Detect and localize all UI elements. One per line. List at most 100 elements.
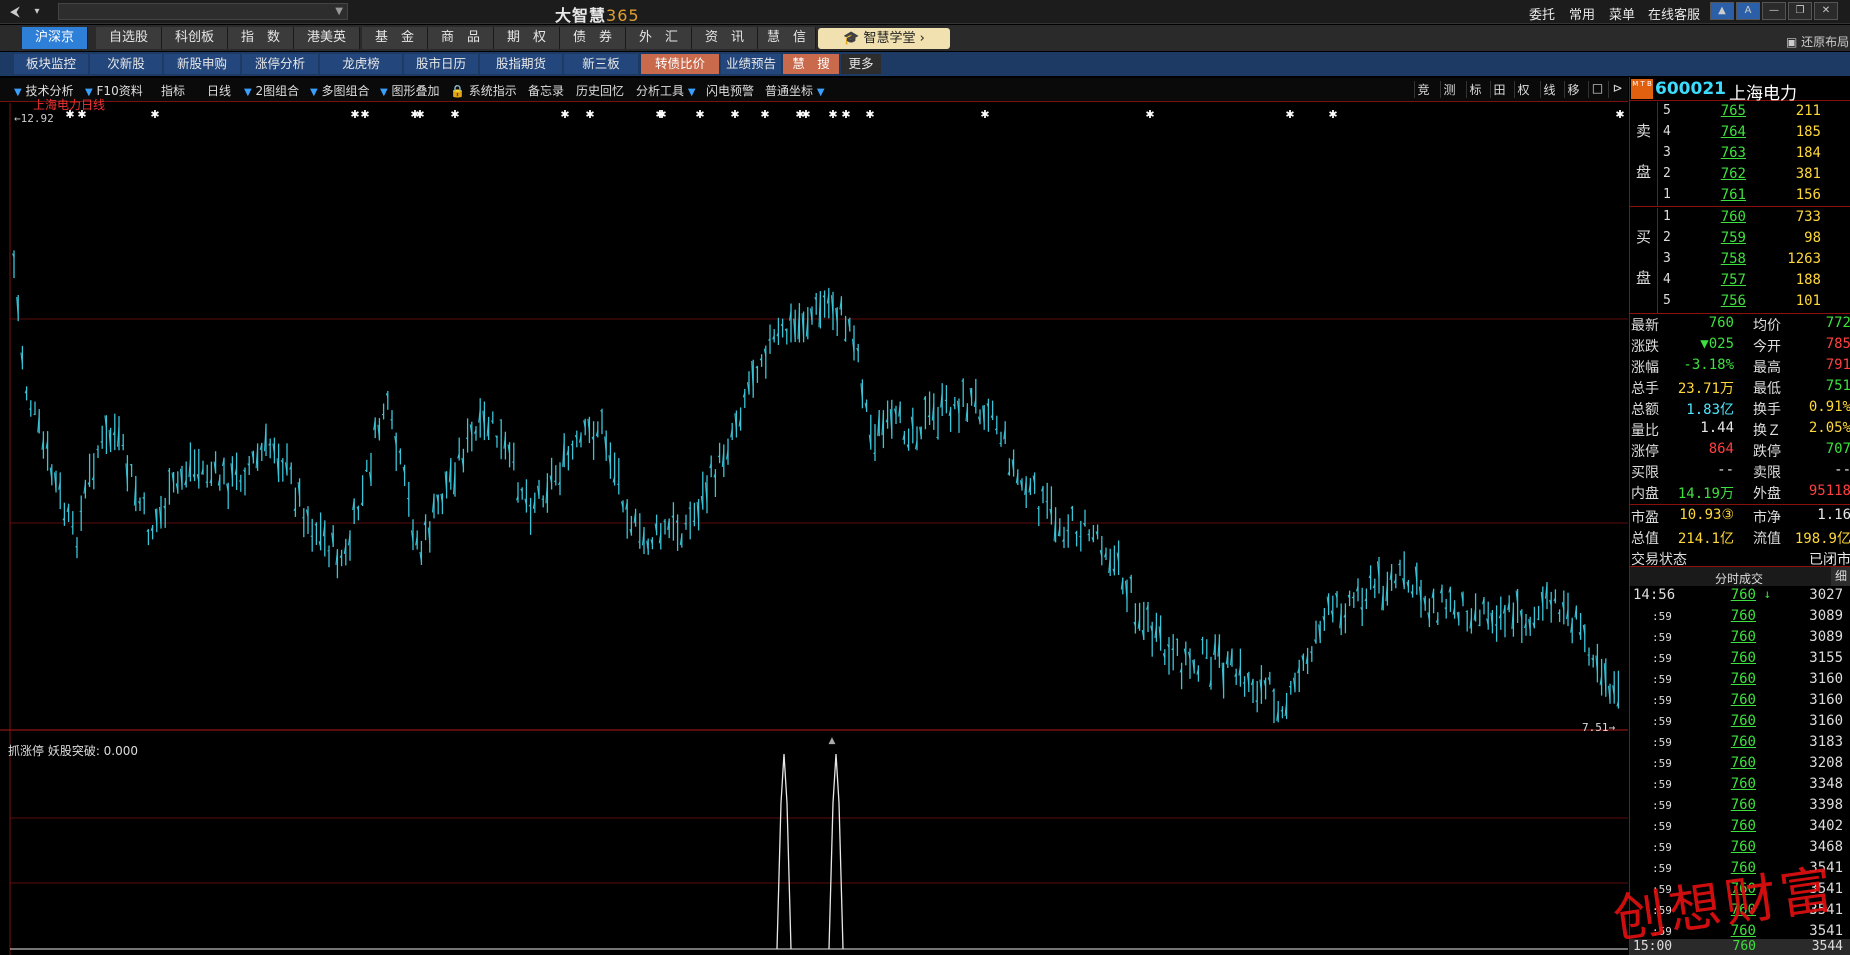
search-input[interactable]: ▼ — [58, 3, 348, 20]
window-icon[interactable]: □ — [1588, 81, 1606, 98]
tick-price: 760 — [1730, 755, 1756, 771]
stat-value: 214.1亿 — [1677, 531, 1734, 547]
subtab-more[interactable]: 更多 — [841, 54, 881, 74]
font-icon[interactable]: A — [1736, 2, 1760, 20]
sell-row: 3 763 184 — [1658, 145, 1850, 166]
dropdown-icon[interactable]: ▼ — [310, 87, 318, 98]
order-price[interactable]: 764 — [1721, 124, 1746, 140]
order-price[interactable]: 759 — [1721, 230, 1746, 246]
chevron-down-icon[interactable]: ▼ — [335, 4, 343, 19]
dropdown-icon[interactable]: ▼ — [688, 87, 696, 98]
level-index: 4 — [1663, 272, 1671, 287]
restore-layout-button[interactable]: ▣ 还原布局 — [1786, 33, 1849, 50]
tick-price: 760 — [1730, 692, 1756, 708]
tool-flash-alert[interactable]: 闪电预警 — [706, 82, 754, 99]
tab-bonds[interactable]: 债 券 — [560, 27, 626, 49]
order-price[interactable]: 765 — [1721, 103, 1746, 119]
order-price[interactable]: 760 — [1721, 209, 1746, 225]
subtab-huisou[interactable]: 慧 搜 — [783, 54, 839, 74]
dropdown-icon[interactable]: ▼ — [380, 87, 388, 98]
subtab-new-stocks[interactable]: 次新股 — [90, 54, 162, 74]
subtab-ipo[interactable]: 新股申购 — [164, 54, 240, 74]
order-price[interactable]: 763 — [1721, 145, 1746, 161]
subtab-convertible[interactable]: 转债比价 — [641, 54, 719, 74]
tab-forex[interactable]: 外 汇 — [626, 27, 692, 49]
lock-icon[interactable]: 🔒 — [450, 84, 465, 98]
stock-name: 上海电力 — [1729, 84, 1797, 104]
tool-overlay[interactable]: 图形叠加 — [392, 84, 440, 98]
tool-daily[interactable]: 日线 — [207, 82, 231, 99]
tool-analysis-tools[interactable]: 分析工具 — [636, 84, 684, 98]
tool-history[interactable]: 历史回忆 — [576, 82, 624, 99]
tool-multi-chart[interactable]: 多图组合 — [322, 84, 370, 98]
tab-huixin[interactable]: 慧 信 — [758, 27, 816, 49]
tool-system-indicator[interactable]: 系统指示 — [469, 84, 517, 98]
tool-line[interactable]: 线 — [1540, 81, 1558, 98]
subtab-new-third-board[interactable]: 新三板 — [564, 54, 638, 74]
menu-entrust[interactable]: 委托 — [1529, 4, 1555, 23]
tool-rights[interactable]: 权 — [1514, 81, 1532, 98]
subtab-earnings-forecast[interactable]: 业绩预告 — [721, 54, 781, 74]
buy-row: 3 758 1263 — [1658, 251, 1850, 272]
minimize-icon[interactable]: — — [1762, 2, 1786, 20]
close-icon[interactable]: ✕ — [1814, 2, 1838, 20]
tab-watchlist[interactable]: 自选股 — [96, 27, 162, 49]
tab-options[interactable]: 期 权 — [494, 27, 560, 49]
upload-icon[interactable]: ▲ — [1710, 2, 1734, 20]
mt-badge[interactable]: M T B — [1631, 79, 1653, 99]
event-marker: ✱ — [828, 108, 837, 121]
tick-time: :59 — [1652, 715, 1672, 728]
tool-normal-coords[interactable]: 普通坐标 — [765, 84, 813, 98]
tab-index[interactable]: 指 数 — [228, 27, 294, 49]
tick-row: :59 760 3398 — [1630, 797, 1850, 818]
stat-label-2: 最低 — [1753, 381, 1781, 397]
sell-row: 4 764 185 — [1658, 124, 1850, 145]
dropdown-icon[interactable]: ▼ — [817, 87, 825, 98]
tick-time: :59 — [1652, 610, 1672, 623]
menu-menu[interactable]: 菜单 — [1609, 4, 1635, 23]
tab-star-market[interactable]: 科创板 — [162, 27, 228, 49]
kline-chart[interactable]: ✱ ✱ ✱ ✱ ✱ ✱✱ ✱ ✱ ✱ ✱✱ ✱ ✱ ✱ ✱✱ ✱ ✱ ✱ ✱ ✱ ✱ ✱ ✱▲ — [0, 103, 1628, 955]
tick-volume: 3398 — [1809, 797, 1843, 813]
expand-icon[interactable]: ⊳ — [1608, 81, 1626, 98]
order-price[interactable]: 757 — [1721, 272, 1746, 288]
tool-measure[interactable]: 测 — [1440, 81, 1458, 98]
tool-2-chart[interactable]: 2图组合 — [256, 84, 300, 98]
tab-fund[interactable]: 基 金 — [362, 27, 428, 49]
order-price[interactable]: 761 — [1721, 187, 1746, 203]
menu-common[interactable]: 常用 — [1569, 4, 1595, 23]
stat-row: 买限 -- 卖限 -- — [1630, 462, 1850, 483]
event-marker: ✱ — [1145, 108, 1154, 121]
menu-online-service[interactable]: 在线客服 — [1648, 4, 1700, 23]
event-marker: ✱ — [865, 108, 874, 121]
subtab-dragon-tiger[interactable]: 龙虎榜 — [320, 54, 402, 74]
tick-row: :59 760 3089 — [1630, 629, 1850, 650]
history-dropdown-icon[interactable]: ▾ — [26, 3, 48, 21]
stock-header: M T B 600021 上海电力 — [1630, 77, 1850, 104]
order-price[interactable]: 758 — [1721, 251, 1746, 267]
wisdom-academy-button[interactable]: 🎓 智慧学堂 › — [818, 28, 950, 49]
tool-indicator[interactable]: 指标 — [161, 82, 185, 99]
tick-detail-button[interactable]: 细 — [1831, 567, 1850, 586]
tab-hushenjing[interactable]: 沪深京 — [22, 27, 88, 49]
grid-icon[interactable]: 田 — [1490, 81, 1508, 98]
tab-commodity[interactable]: 商 品 — [428, 27, 494, 49]
order-price[interactable]: 762 — [1721, 166, 1746, 182]
tab-news[interactable]: 资 讯 — [692, 27, 758, 49]
tool-mark[interactable]: 标 — [1466, 81, 1484, 98]
level-index: 5 — [1663, 293, 1671, 308]
back-icon[interactable]: ⮜ — [4, 3, 26, 21]
subtab-limit-up-analysis[interactable]: 涨停分析 — [242, 54, 318, 74]
subtab-market-calendar[interactable]: 股市日历 — [404, 54, 478, 74]
tool-move[interactable]: 移 — [1564, 81, 1582, 98]
subtab-index-futures[interactable]: 股指期货 — [480, 54, 562, 74]
tool-bid[interactable]: 竞 — [1414, 81, 1432, 98]
dropdown-icon[interactable]: ▼ — [244, 87, 252, 98]
dropdown-icon[interactable]: ▼ — [14, 87, 22, 98]
tab-hk-us-uk[interactable]: 港美英 — [294, 27, 360, 49]
subtab-sector-monitor[interactable]: 板块监控 — [14, 54, 88, 74]
tool-memo[interactable]: 备忘录 — [528, 82, 564, 99]
maximize-icon[interactable]: ❐ — [1788, 2, 1812, 20]
stat-label: 涨幅 — [1631, 360, 1659, 376]
order-price[interactable]: 756 — [1721, 293, 1746, 309]
